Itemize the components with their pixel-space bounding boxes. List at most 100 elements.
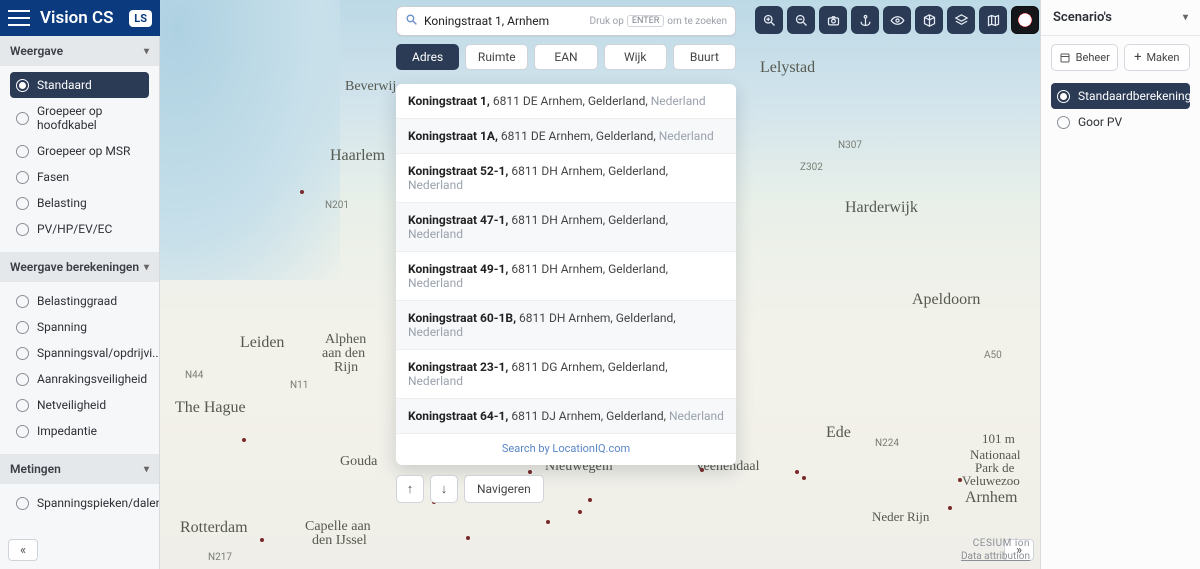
view-option[interactable]: Groepeer op MSR — [10, 138, 149, 164]
search-input[interactable] — [424, 14, 590, 28]
map-place-label: Harderwijk — [845, 200, 918, 217]
chevron-down-icon: ▾ — [1183, 12, 1188, 23]
collapse-left-button[interactable]: « — [8, 539, 38, 561]
camera-button[interactable] — [819, 6, 847, 34]
nav-down-button[interactable]: ↓ — [430, 475, 458, 503]
map-point — [300, 190, 304, 194]
radio-icon — [16, 197, 29, 210]
radio-icon — [16, 79, 29, 92]
map-road-label: N201 — [325, 200, 349, 211]
radio-icon — [16, 223, 29, 236]
view-option[interactable]: Standaard — [10, 72, 149, 98]
scenario-option[interactable]: Standaardberekening — [1051, 83, 1190, 109]
navigate-button[interactable]: Navigeren — [464, 475, 544, 503]
view-option[interactable]: Fasen — [10, 164, 149, 190]
view-option[interactable]: Aanrakingsveiligheid — [10, 366, 149, 392]
radio-icon — [16, 295, 29, 308]
map-place-label: Gouda — [340, 455, 377, 470]
search-tab[interactable]: Wijk — [604, 44, 667, 70]
view-option[interactable]: Spanningsval/opdrijvi.. — [10, 340, 149, 366]
map-point — [578, 510, 582, 514]
search-result[interactable]: Koningstraat 1, 6811 DE Arnhem, Gelderla… — [396, 84, 736, 119]
option-label: Netveiligheid — [37, 398, 106, 412]
map-place-label: Neder Rijn — [872, 510, 929, 524]
eye-button[interactable] — [883, 6, 911, 34]
zoom-out-button[interactable] — [787, 6, 815, 34]
cube-button[interactable] — [915, 6, 943, 34]
view-option[interactable]: PV/HP/EV/EC — [10, 216, 149, 242]
search-result[interactable]: Koningstraat 47-1, 6811 DH Arnhem, Gelde… — [396, 203, 736, 252]
menu-icon[interactable] — [8, 10, 30, 26]
map-place-label: Haarlem — [330, 148, 385, 165]
option-label: PV/HP/EV/EC — [37, 222, 112, 236]
map-place-label: den IJssel — [312, 534, 367, 549]
search-result[interactable]: Koningstraat 60-1B, 6811 DH Arnhem, Geld… — [396, 301, 736, 350]
search-result[interactable]: Koningstraat 64-1, 6811 DJ Arnhem, Gelde… — [396, 399, 736, 434]
option-label: Groepeer op hoofdkabel — [37, 104, 143, 132]
search-result[interactable]: Koningstraat 49-1, 6811 DH Arnhem, Gelde… — [396, 252, 736, 301]
map-place-label: Rijn — [334, 361, 358, 376]
radio-icon — [16, 425, 29, 438]
option-label: Fasen — [37, 170, 69, 184]
group-header[interactable]: Metingen▾ — [0, 454, 159, 484]
option-label: Standaard — [37, 78, 92, 92]
layers-button[interactable] — [947, 6, 975, 34]
search-icon — [405, 13, 418, 30]
group-header[interactable]: Weergave berekeningen▾ — [0, 252, 159, 282]
left-sidebar: Weergave▾ Standaard Groepeer op hoofdkabel… — [0, 36, 160, 569]
scenarios-header[interactable]: Scenario's ▾ — [1041, 0, 1200, 36]
map-point — [242, 438, 246, 442]
radio-icon — [16, 497, 29, 510]
map-attribution: CESIUM ion Data attribution — [961, 537, 1030, 563]
map-road-label: N307 — [838, 140, 862, 151]
radio-icon — [16, 347, 29, 360]
map-point — [546, 520, 550, 524]
water-overlay — [160, 0, 340, 280]
search-result[interactable]: Koningstraat 1A, 6811 DE Arnhem, Gelderl… — [396, 119, 736, 154]
search-attribution[interactable]: Search by LocationIQ.com — [396, 434, 736, 465]
search-tab[interactable]: Adres — [396, 44, 459, 70]
scenario-option[interactable]: Goor PV — [1051, 109, 1190, 135]
view-option[interactable]: Netveiligheid — [10, 392, 149, 418]
map-road-label: N44 — [185, 370, 203, 381]
create-button[interactable]: + Maken — [1124, 44, 1191, 71]
option-label: Impedantie — [37, 424, 97, 438]
map-point — [802, 476, 806, 480]
option-label: Aanrakingsveiligheid — [37, 372, 147, 386]
radio-icon — [1057, 116, 1070, 129]
radio-icon — [16, 171, 29, 184]
search-result[interactable]: Koningstraat 52-1, 6811 DH Arnhem, Gelde… — [396, 154, 736, 203]
mode-badge[interactable]: LS — [129, 10, 152, 27]
map-icon-button[interactable] — [979, 6, 1007, 34]
radio-icon — [16, 145, 29, 158]
app-title: Vision CS — [40, 8, 113, 28]
map-place-label: The Hague — [175, 400, 246, 417]
map-place-label: Apeldoorn — [912, 292, 980, 309]
view-option[interactable]: Groepeer op hoofdkabel — [10, 98, 149, 138]
map-road-label: N217 — [208, 552, 232, 563]
map-road-label: N11 — [290, 380, 308, 391]
manage-button[interactable]: Beheer — [1051, 44, 1118, 71]
view-option[interactable]: Impedantie — [10, 418, 149, 444]
compass-button[interactable] — [1011, 6, 1039, 34]
map-road-label: N224 — [875, 438, 899, 449]
search-tab[interactable]: EAN — [534, 44, 597, 70]
search-result[interactable]: Koningstraat 23-1, 6811 DG Arnhem, Gelde… — [396, 350, 736, 399]
view-option[interactable]: Spanning — [10, 314, 149, 340]
view-option[interactable]: Belasting — [10, 190, 149, 216]
anchor-button[interactable] — [851, 6, 879, 34]
option-label: Belasting — [37, 196, 87, 210]
view-option[interactable]: Belastinggraad — [10, 288, 149, 314]
radio-icon — [16, 321, 29, 334]
search-tab[interactable]: Buurt — [673, 44, 736, 70]
zoom-in-button[interactable] — [755, 6, 783, 34]
map-place-label: Leiden — [240, 335, 284, 352]
search-bar: Druk op ENTER om te zoeken — [396, 6, 736, 36]
nav-up-button[interactable]: ↑ — [396, 475, 424, 503]
group-header[interactable]: Weergave▾ — [0, 36, 159, 66]
option-label: Spanningspieken/dalen — [37, 496, 160, 510]
view-option[interactable]: Spanningspieken/dalen — [10, 490, 149, 516]
search-hint: Druk op ENTER om te zoeken — [590, 15, 728, 27]
search-tab[interactable]: Ruimte — [465, 44, 528, 70]
map-place-label: Ede — [826, 425, 851, 442]
